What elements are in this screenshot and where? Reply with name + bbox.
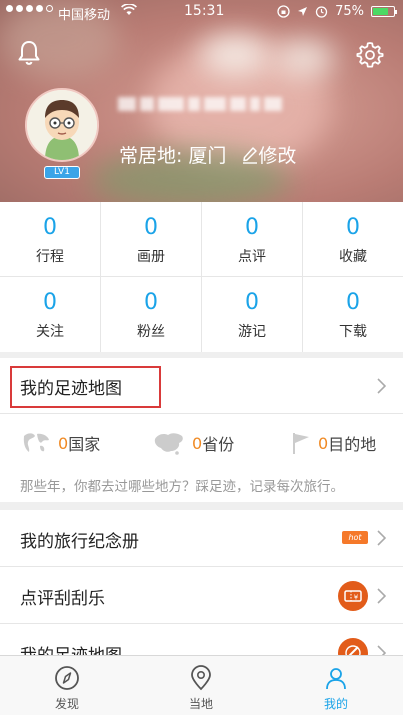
footprint-section: 我的足迹地图 0 国家 0 省份 0 目的地 那些年，你都去过哪些地方？踩足迹，… [0,358,403,502]
profile-header: 中国移动 15:31 75% LV1 常居地: 厦门 修改 [0,0,403,202]
stat-value: 0 [43,290,57,315]
tab-mine[interactable]: 我的 [269,660,403,712]
chevron-right-icon [377,530,386,546]
svg-text:¥: ¥ [354,594,359,602]
carrier-name: 中国移动 [58,8,111,23]
stat-value: 0 [144,215,158,240]
level-badge: LV1 [44,166,80,179]
edit-residence-button[interactable]: 修改 [242,141,296,168]
stat-value: 0 [346,215,360,240]
location-pin-icon [191,665,211,691]
battery-percent: 75% [335,4,364,19]
tab-label: 当地 [188,697,213,711]
menu-item-label: 我的旅行纪念册 [20,532,139,552]
rotation-lock-icon [277,5,290,18]
stat-label: 收藏 [339,249,367,265]
destinations-label: 目的地 [328,435,377,454]
residence-city: 厦门 [188,145,227,167]
stat-followers[interactable]: 0 粉丝 [101,277,202,352]
footprint-counts: 0 国家 0 省份 0 目的地 [0,430,403,458]
flag-icon [293,433,309,454]
residence-label: 常居地: [119,145,183,167]
signal-strength-icon [6,5,53,12]
username-blurred [118,96,323,116]
china-map-icon [154,433,183,455]
status-bar: 中国移动 15:31 75% [0,0,403,24]
residence-row: 常居地: 厦门 修改 [119,141,296,168]
destinations-count: 0 目的地 [290,430,376,456]
location-arrow-icon [298,7,308,16]
countries-value: 0 [58,433,69,453]
countries-label: 国家 [68,435,101,454]
menu-item-label: 我的足迹地图 [20,641,122,655]
highlight-box [10,366,161,408]
stat-following[interactable]: 0 关注 [0,277,101,352]
stat-value: 0 [245,215,259,240]
stat-travelogues[interactable]: 0 游记 [202,277,303,352]
stat-downloads[interactable]: 0 下载 [303,277,403,352]
stat-trips[interactable]: 0 行程 [0,202,101,277]
provinces-label: 省份 [202,435,235,454]
provinces-count: 0 省份 [152,430,234,456]
ticket-icon: ¥ [338,581,368,611]
gear-icon[interactable] [355,40,385,70]
menu-item-review-scratch[interactable]: 点评刮刮乐 ¥ [0,567,403,624]
footprint-map-row[interactable]: 我的足迹地图 [0,358,403,414]
countries-count: 0 国家 [20,430,100,456]
stat-label: 行程 [36,249,64,265]
stat-label: 关注 [36,324,64,340]
stat-label: 粉丝 [137,324,165,340]
person-icon [326,668,346,690]
chevron-right-icon [377,378,386,394]
battery-icon [371,6,397,17]
stat-reviews[interactable]: 0 点评 [202,202,303,277]
stat-label: 点评 [238,249,266,265]
menu-item-footprint-map[interactable]: 我的足迹地图 [0,624,403,655]
stat-label: 画册 [137,249,165,265]
tab-bar: 发现 当地 我的 [0,655,403,715]
avatar[interactable] [25,88,99,162]
avatar-cartoon [27,90,97,160]
pencil-icon [243,146,258,164]
chevron-right-icon [377,588,386,604]
stat-value: 0 [346,290,360,315]
menu-list: 我的旅行纪念册 hot 点评刮刮乐 ¥ 我的足迹地图 [0,510,403,655]
edit-label: 修改 [258,145,297,167]
globe-icon [23,433,49,452]
chevron-right-icon [377,645,386,655]
status-time: 15:31 [184,3,225,19]
tab-label: 发现 [54,697,79,711]
compass-icon [55,666,79,690]
stat-label: 下载 [339,324,367,340]
bell-icon[interactable] [14,38,44,68]
screen: 中国移动 15:31 75% LV1 常居地: 厦门 修改 0 行程 0 画册 … [0,0,403,715]
map-badge-icon [338,638,368,655]
tab-discover[interactable]: 发现 [0,660,134,712]
stat-value: 0 [245,290,259,315]
stat-favorites[interactable]: 0 收藏 [303,202,403,277]
menu-item-travel-album[interactable]: 我的旅行纪念册 hot [0,510,403,567]
stat-value: 0 [43,215,57,240]
tab-local[interactable]: 当地 [134,660,268,712]
hot-badge: hot [342,531,368,544]
stat-albums[interactable]: 0 画册 [101,202,202,277]
stat-value: 0 [144,290,158,315]
destinations-value: 0 [318,433,329,453]
stats-grid: 0 行程 0 画册 0 点评 0 收藏 0 关注 0 粉丝 0 游记 0 下载 [0,202,403,352]
alarm-icon [315,6,328,18]
footprint-description: 那些年，你都去过哪些地方？踩足迹，记录每次旅行。 [20,479,344,495]
menu-item-label: 点评刮刮乐 [20,589,105,609]
wifi-icon [121,3,137,20]
stat-label: 游记 [238,324,266,340]
provinces-value: 0 [192,433,203,453]
tab-label: 我的 [323,697,348,711]
